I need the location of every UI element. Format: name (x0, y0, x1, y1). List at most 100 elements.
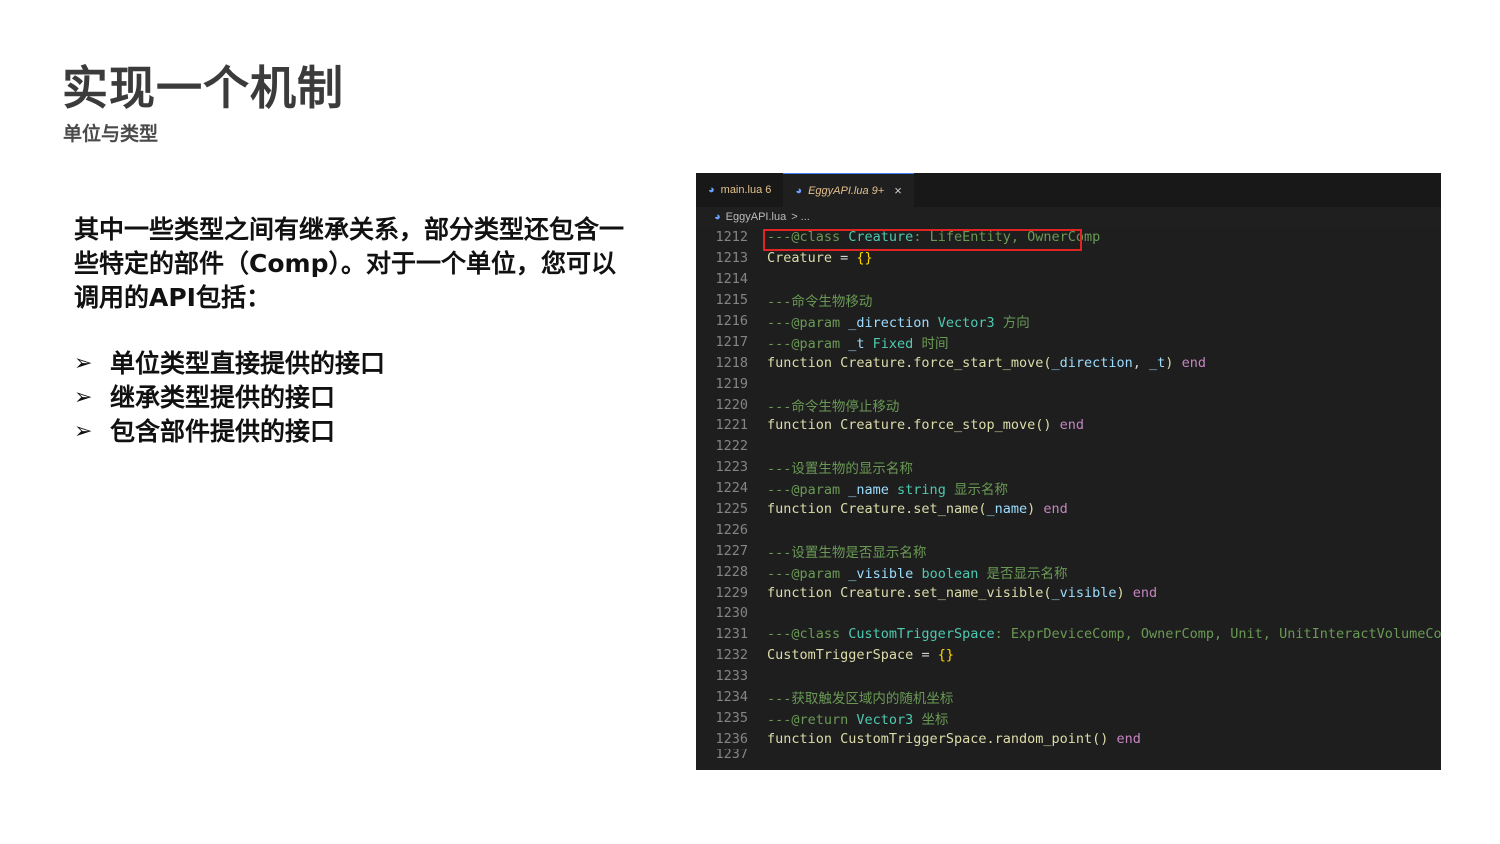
code-text: ---@param _visible boolean 是否显示名称 (767, 562, 1067, 582)
line-number: 1219 (715, 375, 748, 392)
code-line: 1231 ---@class CustomTriggerSpace: ExprDe… (696, 624, 1441, 645)
code-text: ---@param _t Fixed 时间 (767, 332, 948, 352)
code-text: function CustomTriggerSpace.random_point… (767, 731, 1141, 747)
slide-subtitle: 单位与类型 (63, 123, 159, 145)
code-line: 1234 ---获取触发区域内的随机坐标 (696, 687, 1441, 708)
code-token: = (832, 250, 857, 267)
code-line: 1223 ---设置生物的显示名称 (696, 457, 1441, 478)
breadcrumb: ◕ EggyAPI.lua > ... (696, 207, 1441, 227)
code-text: function Creature.set_name(_name) end (767, 501, 1068, 517)
line-number: 1234 (715, 689, 748, 706)
line-number: 1225 (715, 501, 748, 518)
code-token: ---@return (767, 711, 857, 728)
code-line: 1230 (696, 603, 1441, 624)
code-text: ---命令生物移动 (767, 290, 872, 310)
code-token: _t (848, 335, 865, 352)
code-text: ---设置生物的显示名称 (767, 457, 913, 477)
bullet-item: ➢ 继承类型提供的接口 (74, 381, 385, 415)
code-token: Creature (767, 250, 833, 267)
code-token: Vector3 (929, 315, 1003, 331)
code-line: 1227 ---设置生物是否显示名称 (696, 540, 1441, 561)
close-icon[interactable]: × (894, 183, 902, 198)
code-token: Vector3 (856, 711, 922, 728)
code-token: CustomTriggerSpace (767, 647, 914, 664)
bullet-item: ➢ 单位类型直接提供的接口 (74, 347, 385, 381)
line-number: 1229 (715, 584, 748, 601)
line-number: 1223 (715, 459, 748, 476)
code-token: ) (1116, 584, 1125, 601)
code-text: ---@class CustomTriggerSpace: ExprDevice… (767, 626, 1441, 642)
code-token: function (767, 417, 841, 434)
code-token: ---设置生物是否显示名称 (767, 544, 927, 561)
arrow-bullet-icon: ➢ (74, 351, 93, 376)
tab-label: main.lua 6 (720, 184, 772, 196)
code-token: string (888, 482, 954, 499)
code-token: ---@param (767, 335, 849, 352)
intro-text: 其中一些类型之间有继承关系，部分类型还包含一些特定的部件（Comp）。对于一个单… (74, 215, 625, 312)
code-line: 1232 CustomTriggerSpace = {} (696, 645, 1441, 666)
arrow-bullet-icon: ➢ (74, 419, 93, 444)
code-line: 1224 ---@param _name string 显示名称 (696, 478, 1441, 499)
line-number: 1230 (715, 605, 748, 622)
code-line: 1215 ---命令生物移动 (696, 290, 1441, 311)
breadcrumb-separator: > ... (791, 211, 810, 223)
code-line: 1220 ---命令生物停止移动 (696, 394, 1441, 415)
tab-main-lua[interactable]: ◕ main.lua 6 (696, 173, 784, 207)
line-number: 1235 (715, 709, 748, 726)
code-text: ---获取触发区域内的随机坐标 (767, 687, 953, 707)
line-number: 1237 (715, 749, 748, 760)
tab-eggyapi-lua[interactable]: ◕ EggyAPI.lua 9+ × (783, 173, 914, 207)
bullet-text: 单位类型直接提供的接口 (110, 349, 386, 378)
code-token: end (1051, 417, 1084, 434)
code-token: 坐标 (921, 711, 949, 728)
code-token: ---获取触发区域内的随机坐标 (767, 691, 954, 708)
code-token: _name (986, 501, 1028, 518)
code-token: function (767, 354, 841, 371)
code-token: _name (848, 482, 889, 499)
code-line: 1222 (696, 436, 1441, 457)
code-token: _visible (848, 565, 914, 582)
code-token: _direction (1051, 354, 1133, 371)
code-line: 1233 (696, 666, 1441, 687)
code-area[interactable]: 1212 ---@class Creature: LifeEntity, Owne… (696, 227, 1441, 759)
breadcrumb-file[interactable]: EggyAPI.lua (726, 211, 787, 223)
code-token: ---@param (767, 565, 849, 582)
code-token: 显示名称 (953, 482, 1008, 499)
line-number: 1218 (715, 354, 748, 371)
code-text: ---命令生物停止移动 (767, 395, 899, 415)
code-editor-screenshot: ◕ main.lua 6 ◕ EggyAPI.lua 9+ × ◕ EggyAP… (696, 173, 1441, 770)
code-token: ---@class (767, 626, 849, 643)
line-number: 1233 (715, 668, 748, 685)
code-text: ---设置生物是否显示名称 (767, 541, 926, 561)
code-token: : ExprDeviceComp, OwnerComp, Unit, UnitI… (994, 626, 1441, 643)
code-line: 1229 function Creature.set_name_visible(_… (696, 582, 1441, 603)
line-number: 1236 (715, 730, 748, 747)
line-number: 1228 (715, 563, 748, 580)
code-line: 1221 function Creature.force_stop_move() … (696, 415, 1441, 436)
code-text: function Creature.force_stop_move() end (767, 417, 1084, 433)
code-token: {} (856, 250, 873, 267)
code-token: _t (1149, 354, 1166, 371)
code-token: ---设置生物的显示名称 (767, 461, 913, 478)
line-number: 1231 (715, 626, 748, 643)
lua-file-icon: ◕ (708, 184, 715, 196)
line-number: 1232 (715, 647, 748, 664)
code-token: Creature.force_stop_move() (840, 417, 1052, 434)
code-token: function (767, 501, 841, 518)
code-token: boolean (913, 565, 987, 582)
code-line: 1228 ---@param _visible boolean 是否显示名称 (696, 561, 1441, 582)
code-token: end (1124, 584, 1158, 601)
code-token: ---命令生物停止移动 (767, 398, 900, 415)
bullet-item: ➢ 包含部件提供的接口 (74, 415, 385, 449)
code-text: Creature = {} (767, 250, 873, 266)
code-token: Creature.force_start_move( (840, 354, 1052, 371)
lua-file-icon: ◕ (795, 184, 803, 197)
line-number: 1213 (715, 250, 748, 267)
code-line: 1225 function Creature.set_name(_name) en… (696, 499, 1441, 520)
code-text: ---@param _direction Vector3 方向 (767, 311, 1030, 331)
code-line: 1237 (696, 749, 1441, 759)
code-line: 1216 ---@param _direction Vector3 方向 (696, 311, 1441, 332)
code-text: function Creature.force_start_move(_dire… (767, 355, 1206, 371)
line-number: 1227 (715, 542, 748, 559)
line-number: 1222 (715, 438, 748, 455)
